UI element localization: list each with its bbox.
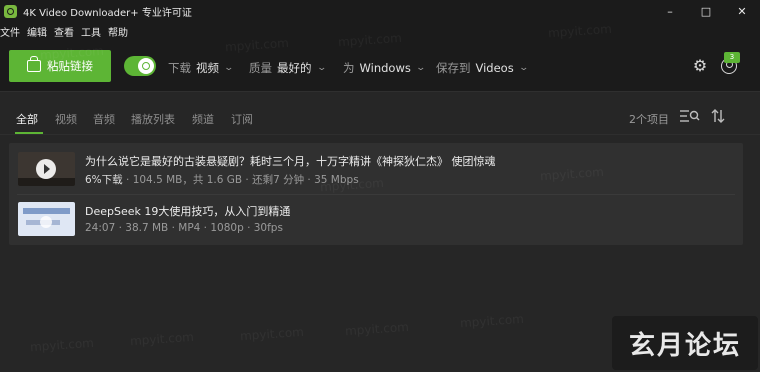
menu-edit[interactable]: 编辑 — [27, 24, 47, 39]
watermark: mpyit.com — [29, 335, 95, 355]
download-list: 为什么说它是最好的古装悬疑剧？耗时三个月，十万字精讲《神探狄仁杰》 使团惊魂 6… — [9, 143, 743, 245]
tab-audio[interactable]: 音频 — [93, 111, 115, 127]
save-location-value: Videos — [475, 61, 514, 75]
row-divider — [17, 194, 735, 195]
app-logo-icon — [4, 4, 17, 18]
tab-all[interactable]: 全部 — [16, 111, 38, 127]
chevron-down-icon: ⌄ — [223, 63, 235, 73]
save-location-select[interactable]: 保存到 Videos ⌄ — [436, 60, 529, 76]
menu-bar: 文件 编辑 查看 工具 帮助 — [0, 22, 760, 40]
item-title: DeepSeek 19大使用技巧，从入门到精通 — [85, 205, 291, 218]
tab-channels[interactable]: 频道 — [192, 111, 214, 127]
download-type-label: 下载 — [168, 61, 191, 75]
forum-watermark-badge: 玄月论坛 — [612, 316, 758, 370]
paste-link-button[interactable]: 粘贴链接 — [9, 50, 111, 82]
minimize-button[interactable]: – — [652, 0, 688, 22]
video-thumbnail[interactable] — [18, 152, 75, 186]
watermark: mpyit.com — [129, 329, 195, 349]
filter-tabs: 全部 视频 音频 播放列表 频道 订阅 2个项目 — [0, 100, 760, 136]
item-count: 2个项目 — [629, 113, 669, 126]
clipboard-icon — [27, 56, 41, 72]
thumbnail-decor — [23, 208, 70, 214]
download-progress: 6%下载 — [85, 174, 123, 186]
item-meta: 24:07 · 38.7 MB · MP4 · 1080p · 30fps — [85, 222, 283, 234]
quality-select[interactable]: 质量 最好的 ⌄ — [249, 60, 327, 76]
menu-view[interactable]: 查看 — [54, 24, 74, 39]
watermark: mpyit.com — [459, 311, 525, 331]
close-button[interactable]: ✕ — [724, 0, 760, 22]
play-icon[interactable] — [36, 159, 56, 179]
notification-badge: 3 — [724, 52, 740, 63]
video-thumbnail[interactable] — [18, 202, 75, 236]
thumbnail-strip — [18, 178, 75, 186]
quality-label: 质量 — [249, 61, 272, 75]
maximize-button[interactable]: □ — [688, 0, 724, 22]
tabs-divider — [0, 134, 760, 135]
window-title: 4K Video Downloader+ 专业许可证 — [23, 7, 192, 19]
menu-tools[interactable]: 工具 — [81, 24, 101, 39]
title-bar: 4K Video Downloader+ 专业许可证 – □ ✕ — [0, 0, 760, 22]
chevron-down-icon: ⌄ — [415, 63, 426, 73]
list-item[interactable]: DeepSeek 19大使用技巧，从入门到精通 24:07 · 38.7 MB … — [9, 196, 743, 244]
quality-value: 最好的 — [277, 61, 312, 75]
sort-icon[interactable] — [710, 108, 726, 124]
smart-mode-knob-icon — [138, 58, 154, 74]
search-list-icon[interactable] — [680, 109, 700, 125]
platform-value: Windows — [359, 61, 411, 75]
smart-mode-toggle[interactable] — [124, 56, 156, 76]
download-details: · 104.5 MB，共 1.6 GB · 还剩7 分钟 · 35 Mbps — [126, 174, 359, 186]
platform-label: 为 — [343, 61, 355, 75]
download-type-value: 视频 — [196, 61, 219, 75]
tab-video[interactable]: 视频 — [55, 111, 77, 127]
save-location-label: 保存到 — [436, 61, 471, 75]
window-controls: – □ ✕ — [652, 0, 760, 22]
menu-file[interactable]: 文件 — [0, 24, 20, 39]
tab-playlists[interactable]: 播放列表 — [131, 111, 175, 127]
download-type-select[interactable]: 下载 视频 ⌄ — [168, 60, 235, 76]
watermark: mpyit.com — [239, 324, 305, 344]
item-title: 为什么说它是最好的古装悬疑剧？耗时三个月，十万字精讲《神探狄仁杰》 使团惊魂 — [85, 155, 496, 168]
tab-subscriptions[interactable]: 订阅 — [231, 111, 253, 127]
list-item[interactable]: 为什么说它是最好的古装悬疑剧？耗时三个月，十万字精讲《神探狄仁杰》 使团惊魂 6… — [9, 146, 743, 194]
paste-link-label: 粘贴链接 — [47, 59, 93, 73]
item-meta: 6%下载 · 104.5 MB，共 1.6 GB · 还剩7 分钟 · 35 M… — [85, 172, 359, 187]
gear-icon[interactable]: ⚙ — [691, 57, 709, 75]
toolbar: 粘贴链接 下载 视频 ⌄ 质量 最好的 ⌄ 为 Windows ⌄ 保存到 Vi… — [0, 40, 760, 92]
platform-select[interactable]: 为 Windows ⌄ — [343, 60, 426, 76]
chevron-down-icon: ⌄ — [315, 63, 327, 73]
play-icon[interactable] — [40, 216, 52, 228]
watermark: mpyit.com — [344, 319, 410, 339]
chevron-down-icon: ⌄ — [518, 63, 529, 73]
menu-help[interactable]: 帮助 — [108, 24, 128, 39]
